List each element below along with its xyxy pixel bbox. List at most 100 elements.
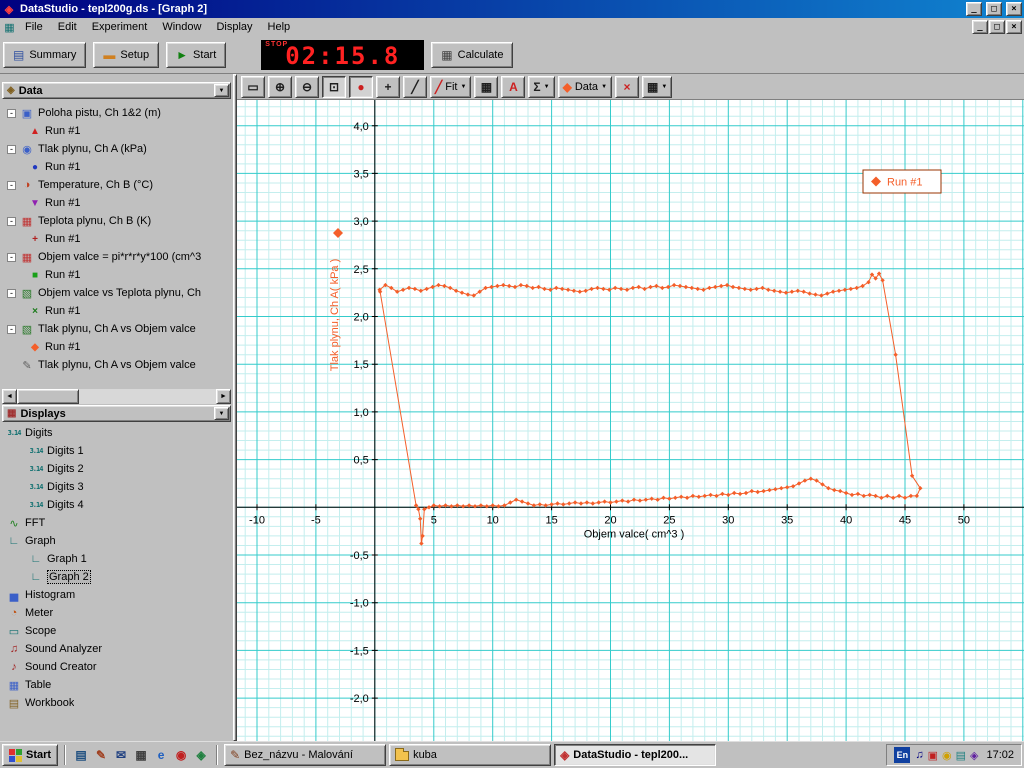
- task-button[interactable]: ✎ Bez_názvu - Malování: [224, 744, 387, 766]
- display-subitem[interactable]: 3.14 Digits 3: [3, 478, 232, 496]
- collapse-box-icon[interactable]: -: [7, 108, 16, 118]
- display-item[interactable]: 3.14 Digits: [3, 424, 232, 442]
- display-subitem[interactable]: 3.14 Digits 2: [3, 460, 232, 478]
- task-button[interactable]: kuba: [389, 744, 552, 766]
- display-item[interactable]: ∟ Graph: [3, 532, 232, 550]
- tray-display-icon[interactable]: ▤: [956, 749, 966, 762]
- data-panel-hscrollbar[interactable]: ◄ ►: [2, 389, 231, 404]
- zoom-select-button[interactable]: ⊡: [322, 75, 346, 98]
- slope-tool-button[interactable]: ╱: [403, 75, 427, 98]
- statistics-menu-button[interactable]: Σ ▼: [528, 75, 555, 98]
- scroll-track[interactable]: [17, 389, 216, 404]
- run-item[interactable]: × Run #1: [3, 302, 232, 320]
- x-axis-label[interactable]: Objem valce( cm^3 ): [584, 528, 685, 540]
- menu-edit[interactable]: Edit: [51, 20, 84, 34]
- start-button[interactable]: ► Start: [166, 41, 227, 68]
- quick-launch-media-icon[interactable]: ◉: [172, 746, 190, 764]
- calculate-button[interactable]: ▦ Calculate: [431, 41, 514, 68]
- data-panel-header[interactable]: ◈ Data ▼: [2, 82, 231, 99]
- scroll-right-icon[interactable]: ►: [216, 389, 231, 404]
- run-item[interactable]: ▲ Run #1: [3, 122, 232, 140]
- delete-button[interactable]: ×: [615, 75, 640, 98]
- display-subitem[interactable]: 3.14 Digits 4: [3, 496, 232, 514]
- mdi-restore-button[interactable]: □: [989, 20, 1005, 34]
- menu-help[interactable]: Help: [261, 20, 298, 34]
- data-source-item[interactable]: - ▦ Objem valce = pi*r*r*y*100 (cm^3: [3, 248, 232, 266]
- displays-panel-dropdown-arrow-icon[interactable]: ▼: [214, 407, 229, 420]
- collapse-box-icon[interactable]: -: [7, 252, 16, 262]
- fit-menu-button[interactable]: ╱ Fit ▼: [430, 75, 472, 98]
- display-item[interactable]: ▤ Workbook: [3, 694, 232, 712]
- display-subitem[interactable]: ∟ Graph 2: [3, 568, 232, 586]
- restore-button[interactable]: □: [986, 2, 1002, 16]
- display-subitem[interactable]: 3.14 Digits 1: [3, 442, 232, 460]
- mdi-close-button[interactable]: ×: [1006, 20, 1022, 34]
- collapse-box-icon[interactable]: -: [7, 288, 16, 298]
- text-annotation-button[interactable]: A: [501, 75, 526, 98]
- display-item[interactable]: ▭ Scope: [3, 622, 232, 640]
- minimize-button[interactable]: _: [966, 2, 982, 16]
- data-source-item[interactable]: - ◉ Tlak plynu, Ch A (kPa): [3, 140, 232, 158]
- collapse-box-icon[interactable]: -: [7, 144, 16, 154]
- quick-launch-settings-icon[interactable]: ◈: [192, 746, 210, 764]
- keyboard-layout-indicator[interactable]: En: [894, 747, 911, 763]
- graph-settings-button[interactable]: ▦ ▼: [642, 75, 673, 98]
- quick-launch-desktop-icon[interactable]: ▤: [72, 746, 90, 764]
- tray-scheduler-icon[interactable]: ◉: [942, 749, 952, 762]
- display-item[interactable]: ♪ Sound Creator: [3, 658, 232, 676]
- scale-to-fit-button[interactable]: ▭: [241, 75, 265, 98]
- data-source-item[interactable]: - ▧ Objem valce vs Teplota plynu, Ch: [3, 284, 232, 302]
- zoom-out-button[interactable]: ⊖: [295, 75, 319, 98]
- display-item[interactable]: ◔ Meter: [3, 604, 232, 622]
- data-source-item[interactable]: ✎ Tlak plynu, Ch A vs Objem valce: [3, 356, 232, 374]
- data-panel-dropdown-arrow-icon[interactable]: ▼: [214, 84, 229, 97]
- setup-button[interactable]: ▬ Setup: [93, 41, 160, 68]
- scroll-left-icon[interactable]: ◄: [2, 389, 17, 404]
- display-item[interactable]: ▦ Table: [3, 676, 232, 694]
- collapse-box-icon[interactable]: -: [7, 324, 16, 334]
- close-button[interactable]: ×: [1006, 2, 1022, 16]
- menu-window[interactable]: Window: [155, 20, 208, 34]
- zoom-in-button[interactable]: ⊕: [268, 75, 292, 98]
- display-item[interactable]: ♫ Sound Analyzer: [3, 640, 232, 658]
- data-series-markers[interactable]: [377, 271, 923, 546]
- legend[interactable]: Run #1: [862, 169, 942, 194]
- scroll-thumb[interactable]: [17, 389, 79, 404]
- tray-update-icon[interactable]: ◈: [970, 749, 978, 762]
- display-item[interactable]: ▅ Histogram: [3, 586, 232, 604]
- run-item[interactable]: ▼ Run #1: [3, 194, 232, 212]
- summary-button[interactable]: ▤ Summary: [3, 41, 87, 68]
- display-item[interactable]: ∿ FFT: [3, 514, 232, 532]
- y-axis-label[interactable]: Tlak plynu, Ch A( kPa ): [329, 259, 341, 372]
- data-menu-button[interactable]: ◆ Data ▼: [557, 75, 613, 98]
- data-highlight-button[interactable]: ●: [349, 75, 373, 98]
- data-source-item[interactable]: - ◑ Temperature, Ch B (°C): [3, 176, 232, 194]
- data-source-item[interactable]: - ▣ Poloha pistu, Ch 1&2 (m): [3, 104, 232, 122]
- collapse-box-icon[interactable]: -: [7, 216, 16, 226]
- run-item[interactable]: + Run #1: [3, 230, 232, 248]
- data-source-item[interactable]: - ▦ Teplota plynu, Ch B (K): [3, 212, 232, 230]
- menu-experiment[interactable]: Experiment: [85, 20, 155, 34]
- smart-tool-button[interactable]: +: [376, 75, 400, 98]
- run-item[interactable]: ◆ Run #1: [3, 338, 232, 356]
- run-item[interactable]: ■ Run #1: [3, 266, 232, 284]
- tray-volume-icon[interactable]: ♫: [915, 749, 923, 761]
- menu-file[interactable]: File: [18, 20, 50, 34]
- quick-launch-printer-icon[interactable]: ▦: [132, 746, 150, 764]
- calculate-tool-button[interactable]: ▦: [474, 75, 499, 98]
- display-subitem[interactable]: ∟ Graph 1: [3, 550, 232, 568]
- graph-plot-area[interactable]: -10 -5 5 10 15 20 25 30 35 40 45 50 4,0 3,5 3,0 2,5 2,0 1…: [237, 100, 1024, 741]
- quick-launch-ie-icon[interactable]: e: [152, 746, 170, 764]
- data-source-item[interactable]: - ▧ Tlak plynu, Ch A vs Objem valce: [3, 320, 232, 338]
- tray-antivirus-icon[interactable]: ▣: [928, 749, 938, 762]
- quick-launch-mail-icon[interactable]: ✉: [112, 746, 130, 764]
- mdi-minimize-button[interactable]: _: [972, 20, 988, 34]
- task-button[interactable]: ◈ DataStudio - tepl200...: [554, 744, 717, 766]
- displays-panel-header[interactable]: ▦ Displays ▼: [2, 405, 231, 422]
- run-item[interactable]: ● Run #1: [3, 158, 232, 176]
- start-menu-button[interactable]: Start: [2, 744, 59, 766]
- menu-display[interactable]: Display: [209, 20, 259, 34]
- data-series-line[interactable]: [379, 272, 921, 544]
- quick-launch-paint-icon[interactable]: ✎: [92, 746, 110, 764]
- collapse-box-icon[interactable]: -: [7, 180, 16, 190]
